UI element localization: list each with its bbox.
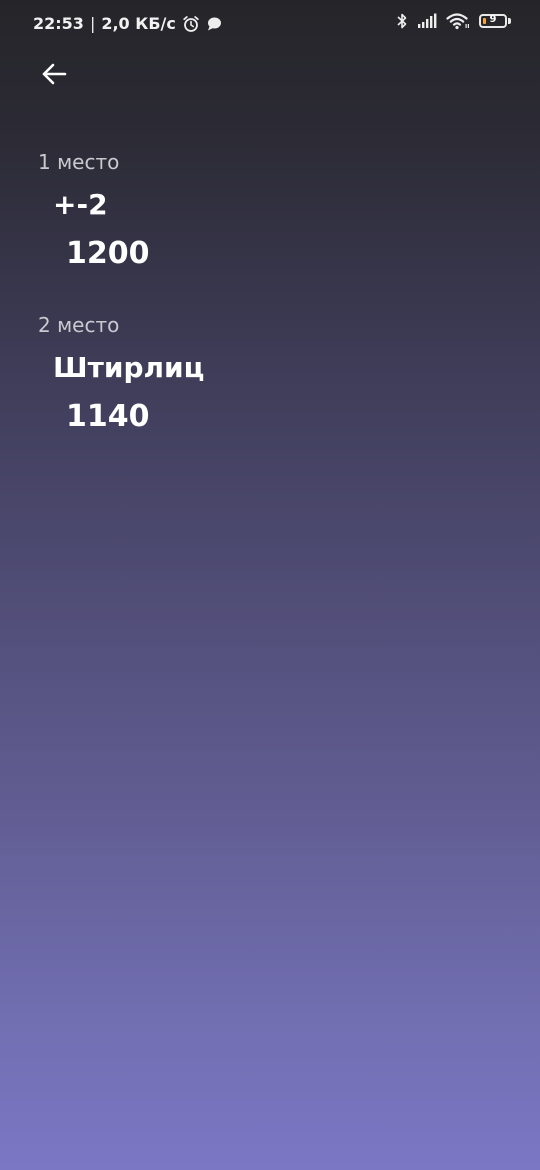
- status-separator: |: [89, 14, 96, 33]
- status-bar: 22:53 | 2,0 КБ/с 9: [0, 0, 540, 48]
- status-left: 22:53 | 2,0 КБ/с: [33, 13, 222, 35]
- entry-place: 2 место: [38, 313, 120, 337]
- alarm-icon: [182, 15, 200, 33]
- cellular-signal-icon: [417, 13, 437, 29]
- status-time: 22:53: [33, 14, 84, 33]
- entry-player-name: +-2: [53, 188, 108, 221]
- battery-level: 9: [489, 14, 497, 25]
- battery-icon: 9: [479, 13, 511, 29]
- chat-bubble-icon: [206, 16, 222, 32]
- network-speed: 2,0 КБ/с: [101, 14, 176, 33]
- bluetooth-icon: [396, 12, 408, 30]
- entry-score: 1140: [66, 399, 150, 434]
- battery-tip: [508, 18, 511, 24]
- entry-score: 1200: [66, 236, 150, 271]
- back-button[interactable]: [36, 56, 72, 92]
- arrow-left-icon: [42, 63, 67, 85]
- entry-place: 1 место: [38, 150, 120, 174]
- wifi-icon: [446, 12, 470, 30]
- entry-player-name: Штирлиц: [53, 351, 205, 384]
- status-right: 9: [396, 12, 511, 30]
